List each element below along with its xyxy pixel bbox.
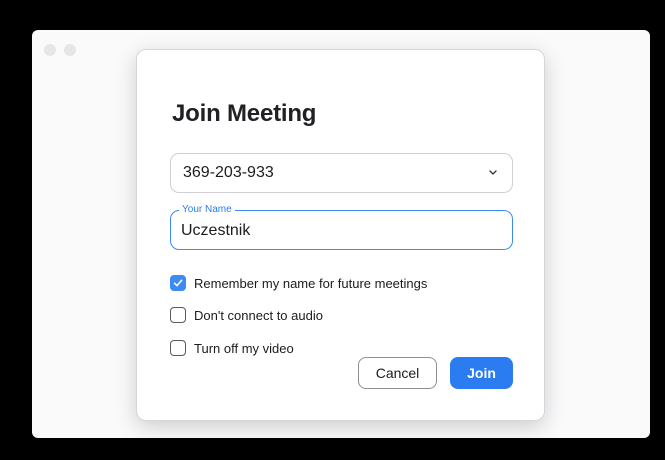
join-meeting-dialog: Join Meeting 369-203-933 Your Name Remem… — [136, 49, 545, 421]
no-audio-label: Don't connect to audio — [194, 307, 323, 323]
no-audio-checkbox[interactable] — [170, 307, 186, 323]
your-name-input[interactable] — [181, 220, 501, 242]
remember-name-option[interactable]: Remember my name for future meetings — [170, 274, 427, 292]
checkmark-icon — [173, 279, 183, 287]
video-off-label: Turn off my video — [194, 340, 294, 356]
remember-name-label: Remember my name for future meetings — [194, 275, 428, 291]
meeting-id-value: 369-203-933 — [183, 164, 274, 181]
your-name-label: Your Name — [179, 204, 235, 216]
video-off-option[interactable]: Turn off my video — [170, 339, 294, 357]
cancel-button[interactable]: Cancel — [358, 357, 437, 389]
window-minimize-dot[interactable] — [64, 44, 76, 56]
dialog-title: Join Meeting — [172, 100, 317, 127]
join-button[interactable]: Join — [450, 357, 513, 389]
window-close-dot[interactable] — [44, 44, 56, 56]
remember-name-checkbox[interactable] — [170, 275, 186, 291]
meeting-id-combobox[interactable]: 369-203-933 — [170, 153, 513, 193]
chevron-down-icon[interactable] — [488, 167, 498, 177]
your-name-field[interactable]: Your Name — [170, 204, 513, 250]
no-audio-option[interactable]: Don't connect to audio — [170, 306, 323, 324]
video-off-checkbox[interactable] — [170, 340, 186, 356]
